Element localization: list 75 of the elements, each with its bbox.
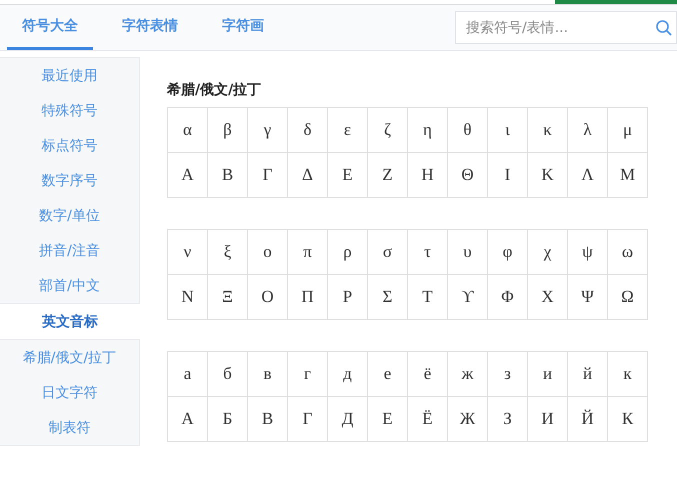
symbol-cell[interactable]: ε xyxy=(328,108,368,153)
symbol-cell[interactable]: γ xyxy=(248,108,288,153)
symbol-cell[interactable]: χ xyxy=(528,230,568,275)
symbol-cell[interactable]: Ν xyxy=(168,275,208,320)
symbol-cell[interactable]: Г xyxy=(288,397,328,442)
symbol-cell[interactable]: ρ xyxy=(328,230,368,275)
symbol-cell[interactable]: Й xyxy=(568,397,608,442)
symbol-cell[interactable]: Λ xyxy=(568,153,608,198)
symbol-cell[interactable]: з xyxy=(488,352,528,397)
symbol-cell[interactable]: Η xyxy=(408,153,448,198)
symbol-cell[interactable]: А xyxy=(168,397,208,442)
symbol-cell[interactable]: а xyxy=(168,352,208,397)
symbol-cell[interactable]: З xyxy=(488,397,528,442)
symbol-cell[interactable]: κ xyxy=(528,108,568,153)
symbol-cell[interactable]: β xyxy=(208,108,248,153)
symbol-cell[interactable]: Α xyxy=(168,153,208,198)
symbol-cell[interactable]: φ xyxy=(488,230,528,275)
symbol-cell[interactable]: ν xyxy=(168,230,208,275)
symbol-cell[interactable]: Κ xyxy=(528,153,568,198)
section-heading: 希腊/俄文/拉丁 xyxy=(167,81,262,99)
symbol-cell[interactable]: ψ xyxy=(568,230,608,275)
symbol-cell[interactable]: ι xyxy=(488,108,528,153)
symbol-cell[interactable]: Ω xyxy=(608,275,648,320)
symbol-cell[interactable]: д xyxy=(328,352,368,397)
symbol-cell[interactable]: К xyxy=(608,397,648,442)
symbol-cell[interactable]: И xyxy=(528,397,568,442)
symbol-cell[interactable]: δ xyxy=(288,108,328,153)
symbol-cell[interactable]: ο xyxy=(248,230,288,275)
symbol-cell[interactable]: ζ xyxy=(368,108,408,153)
symbol-cell[interactable]: Д xyxy=(328,397,368,442)
symbol-cell[interactable]: й xyxy=(568,352,608,397)
symbol-cell[interactable]: Ё xyxy=(408,397,448,442)
symbol-cell[interactable]: В xyxy=(248,397,288,442)
symbol-cell[interactable]: Γ xyxy=(248,153,288,198)
symbol-cell[interactable]: Σ xyxy=(368,275,408,320)
symbol-cell[interactable]: ё xyxy=(408,352,448,397)
symbol-cell[interactable]: г xyxy=(288,352,328,397)
symbol-cell[interactable]: ξ xyxy=(208,230,248,275)
symbol-cell[interactable]: Ξ xyxy=(208,275,248,320)
symbol-cell[interactable]: е xyxy=(368,352,408,397)
symbol-cell[interactable]: Μ xyxy=(608,153,648,198)
symbol-cell[interactable]: Ρ xyxy=(328,275,368,320)
symbol-cell[interactable]: ж xyxy=(448,352,488,397)
symbol-cell[interactable]: ω xyxy=(608,230,648,275)
symbol-cell[interactable]: λ xyxy=(568,108,608,153)
symbol-cell[interactable]: в xyxy=(248,352,288,397)
symbol-cell[interactable]: Φ xyxy=(488,275,528,320)
search-field[interactable]: 搜索符号/表情... xyxy=(455,11,677,44)
symbol-cell[interactable]: к xyxy=(608,352,648,397)
symbol-cell[interactable]: б xyxy=(208,352,248,397)
symbol-cell[interactable]: Π xyxy=(288,275,328,320)
symbol-cell[interactable]: и xyxy=(528,352,568,397)
symbol-cell[interactable]: μ xyxy=(608,108,648,153)
symbol-cell[interactable]: Δ xyxy=(288,153,328,198)
search-icon[interactable] xyxy=(655,19,673,37)
symbol-cell[interactable]: π xyxy=(288,230,328,275)
symbol-cell[interactable]: θ xyxy=(448,108,488,153)
symbol-cell[interactable]: Ι xyxy=(488,153,528,198)
symbol-cell[interactable]: ϒ xyxy=(448,275,488,320)
symbol-cell[interactable]: Ψ xyxy=(568,275,608,320)
symbol-cell[interactable]: σ xyxy=(368,230,408,275)
symbol-cell[interactable]: Θ xyxy=(448,153,488,198)
symbol-cell[interactable]: α xyxy=(168,108,208,153)
symbol-cell[interactable]: υ xyxy=(448,230,488,275)
symbol-cell[interactable]: Е xyxy=(368,397,408,442)
symbol-cell[interactable]: Ε xyxy=(328,153,368,198)
symbol-cell[interactable]: Ο xyxy=(248,275,288,320)
symbol-cell[interactable]: τ xyxy=(408,230,448,275)
symbol-cell[interactable]: Б xyxy=(208,397,248,442)
symbol-cell[interactable]: Ж xyxy=(448,397,488,442)
symbol-cell[interactable]: Β xyxy=(208,153,248,198)
symbol-cell[interactable]: Τ xyxy=(408,275,448,320)
symbol-cell[interactable]: Χ xyxy=(528,275,568,320)
symbol-cell[interactable]: η xyxy=(408,108,448,153)
symbol-cell[interactable]: Ζ xyxy=(368,153,408,198)
